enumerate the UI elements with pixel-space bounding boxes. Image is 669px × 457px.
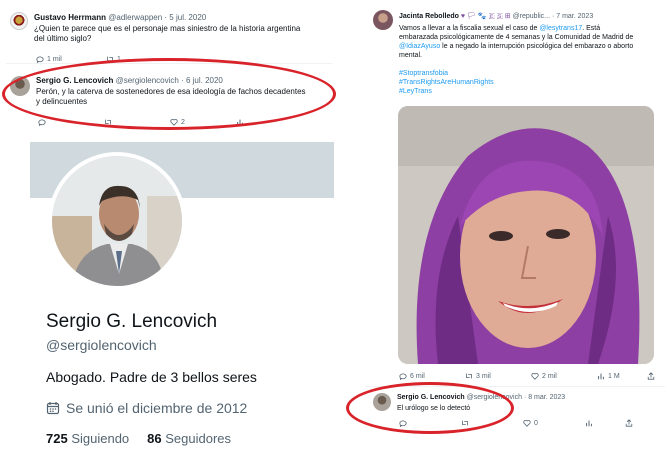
avatar[interactable] xyxy=(10,12,28,30)
highlight-circle xyxy=(2,58,336,130)
share-button[interactable] xyxy=(625,419,639,427)
mention-link[interactable]: @IdiazAyuso xyxy=(399,43,440,50)
author-handle-date[interactable]: @adlerwappen · 5 jul. 2020 xyxy=(108,13,206,22)
heart-icon xyxy=(523,419,531,427)
like-button[interactable]: 0 xyxy=(523,419,585,427)
heart-icon xyxy=(531,372,539,380)
share-icon xyxy=(647,372,655,380)
views-icon xyxy=(586,420,592,427)
reply-icon xyxy=(399,373,407,380)
hashtag-link[interactable]: #LeyTrans xyxy=(399,87,661,96)
followers-label: Seguidores xyxy=(165,431,232,446)
tweet-card-jacinta[interactable]: Jacinta Rebolledo ♥ 🏳 🐾 🇪 🇸 ⊞ @republic.… xyxy=(365,4,665,382)
followers-link[interactable]: 86 Seguidores xyxy=(147,431,231,447)
hashtag-link[interactable]: #TransRightsAreHumanRights xyxy=(399,78,661,87)
profile-name: Sergio G. Lencovich xyxy=(46,311,218,332)
portrait-photo xyxy=(398,106,654,364)
share-button[interactable] xyxy=(647,372,661,380)
tweet-text-line: mental. xyxy=(399,52,422,59)
tweet-text: le a negado la interrupción psicológica … xyxy=(440,43,634,50)
profile-avatar[interactable] xyxy=(48,152,186,290)
tweet-text-line: embarazada psicológicamente de 4 semanas… xyxy=(399,34,634,41)
reply-icon xyxy=(38,119,46,126)
profile-photo xyxy=(52,156,182,286)
retweet-icon xyxy=(466,373,472,379)
highlight-circle xyxy=(346,382,514,434)
hashtag-link[interactable]: #Stoptransfobia xyxy=(399,69,661,78)
tweet-text: Vamos a llevar a la fiscalia sexual el c… xyxy=(399,25,540,32)
following-count: 725 xyxy=(46,431,68,446)
like-button[interactable]: 2 mil xyxy=(531,372,597,380)
tweet-card-gustavo[interactable]: Gustavo Herrmann @adlerwappen · 5 jul. 2… xyxy=(6,6,332,64)
author-name[interactable]: Gustavo Herrmann xyxy=(34,13,106,22)
author-handle-date[interactable]: @republic... · 7 mar. 2023 xyxy=(513,13,594,20)
share-icon xyxy=(625,419,633,427)
tweet-text: . Está xyxy=(582,25,601,32)
retweet-button[interactable]: 3 mil xyxy=(465,372,531,380)
tweet-media-image[interactable] xyxy=(398,106,654,364)
calendar-icon xyxy=(46,402,60,415)
views-button[interactable]: 1 M xyxy=(597,372,647,380)
reply-icon xyxy=(36,56,44,63)
reply-button[interactable]: 6 mil xyxy=(399,372,465,380)
views-icon xyxy=(598,373,604,380)
tweet-text-line: ¿Quien te parece que es el personaje mas… xyxy=(34,24,301,33)
join-date: Se unió el diciembre de 2012 xyxy=(46,400,247,416)
views-button[interactable] xyxy=(585,419,625,427)
mention-link[interactable]: @lesytrans17 xyxy=(539,25,582,32)
author-name[interactable]: Jacinta Rebolledo xyxy=(399,13,459,20)
author-emojis: ♥ 🏳 🐾 🇪 🇸 ⊞ xyxy=(460,13,511,20)
followers-count: 86 xyxy=(147,431,162,446)
join-date-text: Se unió el diciembre de 2012 xyxy=(66,400,248,416)
profile-bio: Abogado. Padre de 3 bellos seres xyxy=(46,369,257,385)
avatar[interactable] xyxy=(373,10,393,30)
following-label: Siguiendo xyxy=(71,431,130,446)
following-link[interactable]: 725 Siguiendo xyxy=(46,431,129,447)
profile-handle[interactable]: @sergiolencovich xyxy=(46,337,157,353)
tweet-text-line: del último siglo? xyxy=(34,34,92,43)
